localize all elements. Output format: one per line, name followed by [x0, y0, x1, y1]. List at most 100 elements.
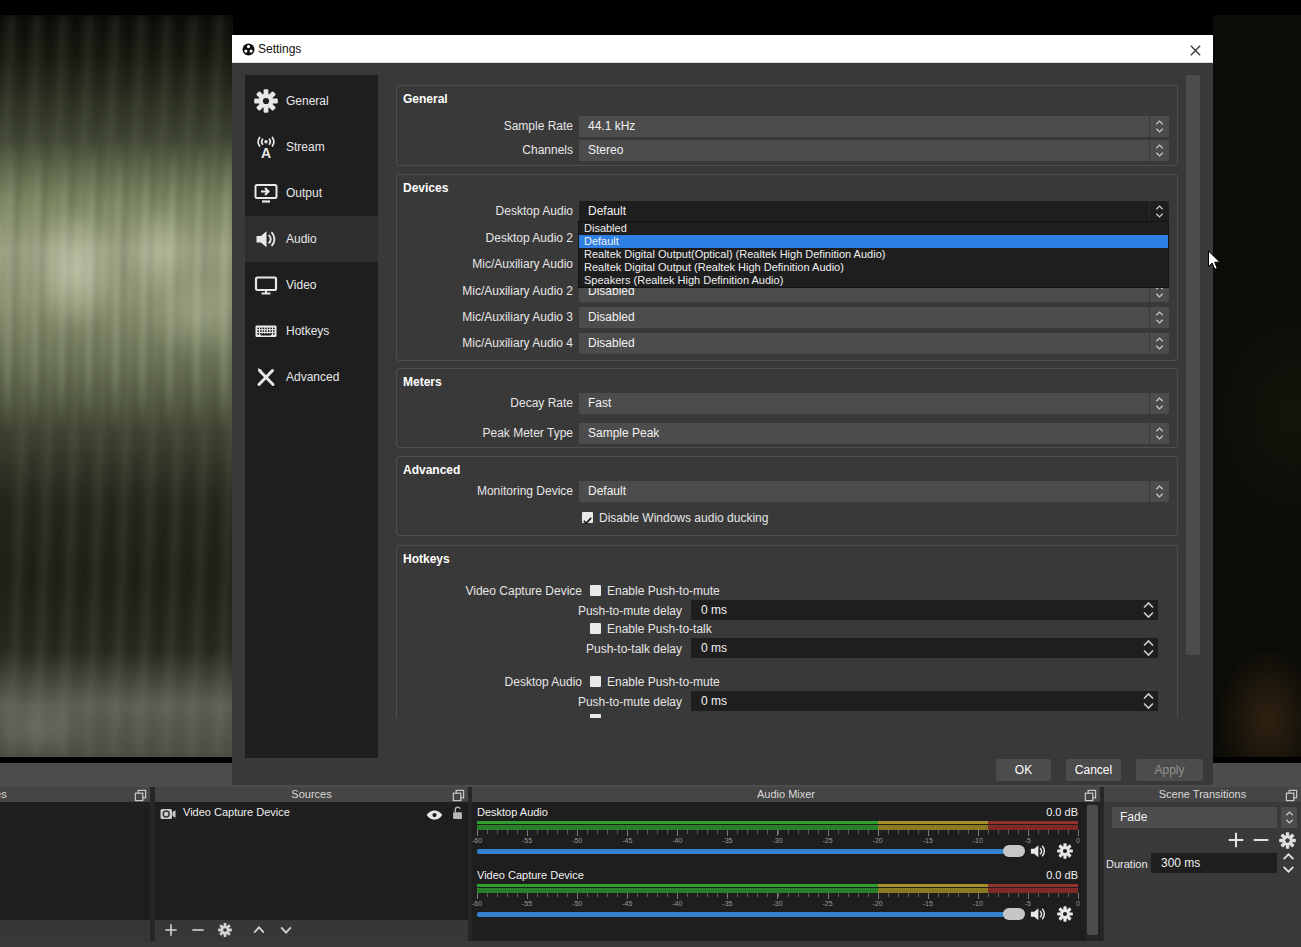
push-to-mute-delay-label: Push-to-mute delay [552, 604, 682, 618]
decay-rate-combo[interactable]: Fast [579, 393, 1169, 414]
meter-bar [477, 821, 1078, 824]
group-devices-title: Devices [403, 181, 448, 195]
mic-auxiliary-audio-4-combo[interactable]: Disabled [579, 333, 1169, 354]
scenes-list[interactable] [0, 802, 150, 920]
volume-slider-handle[interactable] [1003, 908, 1025, 920]
audio-ducking-checkbox[interactable] [582, 512, 593, 523]
enable-push-to-mute-checkbox[interactable] [590, 585, 601, 596]
group-meters-title: Meters [403, 375, 442, 389]
push-to-mute-delay-spinbox[interactable]: 0 ms [691, 600, 1158, 620]
scenes-dock-header[interactable]: Scenes [0, 787, 150, 802]
mixer-scrollbar-handle[interactable] [1087, 805, 1098, 935]
mixer-channel-db: 0.0 dB [1046, 806, 1078, 818]
move-down-icon[interactable] [279, 923, 293, 937]
desktop-audio-label: Desktop Audio [397, 201, 573, 222]
transition-select[interactable]: Fade [1112, 807, 1277, 828]
meter-tick-label: -10 [968, 837, 988, 844]
camera-icon [160, 806, 176, 824]
mic-auxiliary-audio-3-value: Disabled [588, 307, 635, 328]
chevron-updown-icon [1149, 307, 1169, 328]
dropdown-option-speakers-realtek-high-definition-audio[interactable]: Speakers (Realtek High Definition Audio) [579, 274, 1168, 287]
dialog-scrollbar[interactable] [1185, 67, 1201, 746]
meter-tick-label: -40 [667, 900, 687, 907]
volume-slider-handle[interactable] [1003, 845, 1025, 857]
close-icon[interactable] [1189, 43, 1202, 56]
remove-source-icon[interactable] [191, 923, 205, 937]
channels-combo[interactable]: Stereo [579, 140, 1169, 161]
sidebar-item-audio[interactable]: Audio [245, 216, 378, 262]
dropdown-option-disabled[interactable]: Disabled [579, 222, 1168, 235]
sidebar-item-stream[interactable]: AStream [245, 124, 378, 170]
lock-icon[interactable] [451, 805, 464, 825]
push-to-mute-delay-spinbox[interactable]: 0 ms [691, 691, 1158, 711]
enable-push-to-mute-label: Enable Push-to-mute [607, 584, 720, 598]
monitor-icon [254, 273, 278, 297]
meter-tick-label: -55 [517, 900, 537, 907]
sample-rate-combo[interactable]: 44.1 kHz [579, 116, 1169, 137]
source-row-video-capture-device[interactable]: Video Capture Device [155, 803, 468, 823]
gear-icon [254, 89, 278, 113]
mixer-channel-db: 0.0 dB [1046, 869, 1078, 881]
mixer-scrollbar[interactable] [1086, 803, 1099, 941]
dropdown-option-realtek-digital-output-optical-realtek-high-definition-audio[interactable]: Realtek Digital Output(Optical) (Realtek… [579, 248, 1168, 261]
sidebar-item-output[interactable]: Output [245, 170, 378, 216]
visibility-eye-icon[interactable] [426, 807, 443, 825]
meter-tick-label: -45 [617, 900, 637, 907]
dropdown-option-realtek-digital-output-realtek-high-definition-audio[interactable]: Realtek Digital Output (Realtek High Def… [579, 261, 1168, 274]
add-source-icon[interactable] [164, 923, 178, 937]
enable-push-to-mute-checkbox[interactable] [590, 676, 601, 687]
mixer-dock-header[interactable]: Audio Mixer [472, 787, 1100, 802]
cancel-button[interactable]: Cancel [1066, 759, 1121, 781]
group-meters: MetersDecay RateFastPeak Meter TypeSampl… [396, 368, 1178, 448]
transition-select-spinner[interactable] [1281, 807, 1297, 828]
popout-icon[interactable] [134, 788, 147, 801]
sources-dock-header[interactable]: Sources [155, 787, 468, 802]
desktop-audio-combo[interactable]: Default [579, 201, 1169, 222]
volume-slider-track[interactable] [477, 912, 1006, 917]
transitions-dock-header[interactable]: Scene Transitions [1104, 787, 1301, 802]
sidebar-item-video[interactable]: Video [245, 262, 378, 308]
dialog-scrollbar-handle[interactable] [1186, 75, 1200, 655]
group-advanced-title: Advanced [403, 463, 460, 477]
volume-slider-track[interactable] [477, 849, 1006, 854]
obs-logo-icon [242, 42, 257, 57]
scenes-dock-title: Scenes [0, 788, 10, 800]
chevron-updown-icon [1149, 481, 1169, 502]
apply-button[interactable]: Apply [1136, 759, 1203, 781]
popout-icon[interactable] [1285, 788, 1298, 801]
enable-push-to-talk-checkbox[interactable] [590, 623, 601, 634]
source-properties-gear-icon[interactable] [218, 923, 232, 937]
meter-tick-label: -60 [467, 837, 487, 844]
sidebar-item-advanced[interactable]: Advanced [245, 354, 378, 400]
sidebar-item-hotkeys[interactable]: Hotkeys [245, 308, 378, 354]
popout-icon[interactable] [452, 788, 465, 801]
meter-tick-label: -30 [767, 837, 787, 844]
transition-properties-gear-icon[interactable] [1279, 832, 1299, 852]
mixer-speaker-icon[interactable] [1029, 905, 1049, 923]
clipped-checkbox[interactable] [590, 714, 601, 718]
meter-tick-label: -50 [567, 837, 587, 844]
meter-tick-label: -60 [467, 900, 487, 907]
move-up-icon[interactable] [252, 923, 266, 937]
chevron-updown-icon [1149, 201, 1169, 222]
monitoring-device-combo[interactable]: Default [579, 481, 1169, 502]
add-transition-icon[interactable] [1227, 831, 1247, 851]
ok-button[interactable]: OK [996, 759, 1051, 781]
dialog-titlebar[interactable]: Settings [232, 35, 1213, 63]
peak-meter-type-combo[interactable]: Sample Peak [579, 423, 1169, 444]
sidebar-item-general[interactable]: General [245, 78, 378, 124]
push-to-mute-delay-value: 0 ms [701, 600, 727, 620]
mixer-gear-icon[interactable] [1057, 843, 1074, 860]
mic-auxiliary-audio-3-combo[interactable]: Disabled [579, 307, 1169, 328]
mixer-gear-icon[interactable] [1057, 906, 1074, 923]
chevron-updown-icon [1149, 140, 1169, 161]
push-to-talk-delay-spinbox[interactable]: 0 ms [691, 638, 1158, 658]
mixer-dock-title: Audio Mixer [472, 788, 1100, 800]
popout-icon[interactable] [1084, 788, 1097, 801]
mixer-speaker-icon[interactable] [1029, 842, 1049, 860]
chevron-updown-icon [1149, 333, 1169, 354]
remove-transition-icon[interactable] [1252, 831, 1272, 851]
duration-spin-arrows[interactable] [1282, 852, 1297, 874]
duration-spinbox[interactable]: 300 ms [1151, 853, 1277, 873]
dropdown-option-default[interactable]: Default [579, 235, 1168, 248]
